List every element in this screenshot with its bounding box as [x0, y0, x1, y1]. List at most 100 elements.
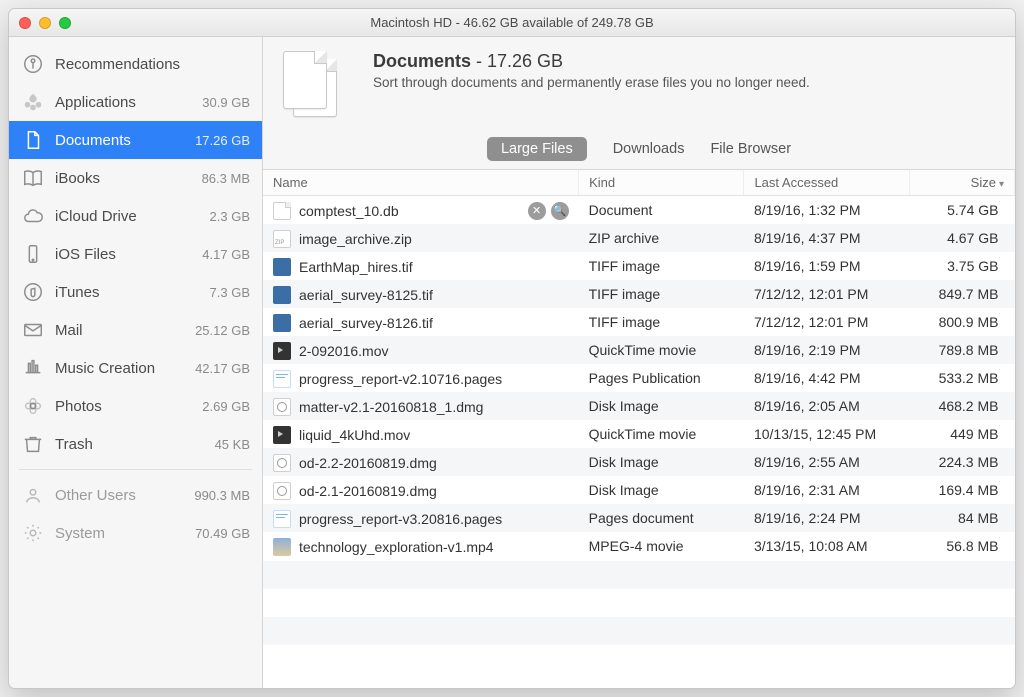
file-kind: TIFF image: [579, 308, 744, 336]
sidebar-item-photos[interactable]: Photos 2.69 GB: [9, 387, 262, 425]
column-header-name[interactable]: Name: [263, 170, 579, 196]
sidebar-item-size: 2.69 GB: [202, 399, 250, 414]
titlebar: Macintosh HD - 46.62 GB available of 249…: [9, 9, 1015, 37]
sidebar-item-label: Recommendations: [55, 56, 240, 73]
table-row[interactable]: 2-092016.movQuickTime movie8/19/16, 2:19…: [263, 336, 1015, 364]
file-kind: Pages Publication: [579, 364, 744, 392]
sidebar-item-ios-files[interactable]: iOS Files 4.17 GB: [9, 235, 262, 273]
file-last-accessed: 7/12/12, 12:01 PM: [744, 308, 909, 336]
sidebar-item-documents[interactable]: Documents 17.26 GB: [9, 121, 262, 159]
page-file-icon: [273, 202, 291, 220]
img-file-icon: [273, 314, 291, 332]
header-title-size: 17.26 GB: [487, 51, 563, 71]
sidebar-item-label: Mail: [55, 322, 185, 339]
sidebar-item-icloud-drive[interactable]: iCloud Drive 2.3 GB: [9, 197, 262, 235]
table-row-empty: [263, 617, 1015, 645]
mp4-file-icon: [273, 538, 291, 556]
sidebar-item-label: Applications: [55, 94, 192, 111]
file-size: 800.9 MB: [909, 308, 1014, 336]
file-name: comptest_10.db: [299, 203, 520, 219]
table-row[interactable]: aerial_survey-8125.tifTIFF image7/12/12,…: [263, 280, 1015, 308]
chevron-down-icon: ▾: [999, 179, 1004, 190]
table-row[interactable]: EarthMap_hires.tifTIFF image8/19/16, 1:5…: [263, 252, 1015, 280]
file-size: 84 MB: [909, 504, 1014, 532]
segment-file-browser[interactable]: File Browser: [710, 141, 791, 157]
file-kind: Disk Image: [579, 476, 744, 504]
file-kind: MPEG-4 movie: [579, 532, 744, 561]
sidebar-item-system[interactable]: System 70.49 GB: [9, 514, 262, 552]
reveal-file-button[interactable]: 🔍: [551, 202, 569, 220]
segmented-control: Large Files Downloads File Browser: [487, 137, 791, 161]
file-size: 56.8 MB: [909, 532, 1014, 561]
column-header-size[interactable]: Size▾: [909, 170, 1014, 196]
sidebar-item-other-users[interactable]: Other Users 990.3 MB: [9, 476, 262, 514]
sidebar-item-recommendations[interactable]: Recommendations: [9, 45, 262, 83]
iphone-icon: [21, 242, 45, 266]
file-size: 789.8 MB: [909, 336, 1014, 364]
file-kind: Disk Image: [579, 392, 744, 420]
delete-file-button[interactable]: ✕: [528, 202, 546, 220]
sidebar-item-size: 990.3 MB: [194, 488, 250, 503]
mov-file-icon: [273, 426, 291, 444]
sidebar-item-ibooks[interactable]: iBooks 86.3 MB: [9, 159, 262, 197]
documents-stack-icon: [283, 51, 355, 123]
recommendations-icon: [21, 52, 45, 76]
table-row[interactable]: progress_report-v2.10716.pages Pages Publ…: [263, 364, 1015, 392]
gear-icon: [21, 521, 45, 545]
file-name: 2-092016.mov: [299, 343, 569, 359]
sidebar-item-itunes[interactable]: iTunes 7.3 GB: [9, 273, 262, 311]
img-file-icon: [273, 286, 291, 304]
sidebar-item-size: 2.3 GB: [210, 209, 250, 224]
sidebar-item-size: 7.3 GB: [210, 285, 250, 300]
table-row[interactable]: technology_exploration-v1.mp4 MPEG-4 movi…: [263, 532, 1015, 561]
sidebar-item-size: 17.26 GB: [195, 133, 250, 148]
file-size: 468.2 MB: [909, 392, 1014, 420]
file-size: 4.67 GB: [909, 224, 1014, 252]
file-table-wrap[interactable]: Name Kind Last Accessed Size▾ comptest_1…: [263, 170, 1015, 688]
file-name: aerial_survey-8125.tif: [299, 287, 569, 303]
file-kind: QuickTime movie: [579, 420, 744, 448]
table-row[interactable]: od-2.2-20160819.dmgDisk Image8/19/16, 2:…: [263, 448, 1015, 476]
mov-file-icon: [273, 342, 291, 360]
applications-icon: [21, 90, 45, 114]
file-last-accessed: 8/19/16, 4:37 PM: [744, 224, 909, 252]
table-row[interactable]: aerial_survey-8126.tifTIFF image7/12/12,…: [263, 308, 1015, 336]
header-title-main: Documents: [373, 51, 471, 71]
file-name: od-2.1-20160819.dmg: [299, 483, 569, 499]
file-size: 3.75 GB: [909, 252, 1014, 280]
sidebar-item-applications[interactable]: Applications 30.9 GB: [9, 83, 262, 121]
sidebar-item-size: 4.17 GB: [202, 247, 250, 262]
table-row[interactable]: progress_report-v3.20816.pagesPages docu…: [263, 504, 1015, 532]
file-name: progress_report-v2.10716.pages: [299, 371, 569, 387]
icloud-icon: [21, 204, 45, 228]
file-last-accessed: 8/19/16, 2:31 AM: [744, 476, 909, 504]
file-name: EarthMap_hires.tif: [299, 259, 569, 275]
sidebar-item-size: 25.12 GB: [195, 323, 250, 338]
file-kind: TIFF image: [579, 252, 744, 280]
sidebar-item-label: iOS Files: [55, 246, 192, 263]
table-row[interactable]: liquid_4kUhd.movQuickTime movie10/13/15,…: [263, 420, 1015, 448]
window-title: Macintosh HD - 46.62 GB available of 249…: [9, 15, 1015, 30]
file-table: Name Kind Last Accessed Size▾ comptest_1…: [263, 170, 1015, 645]
segment-downloads[interactable]: Downloads: [613, 141, 685, 157]
table-row[interactable]: matter-v2.1-20160818_1.dmgDisk Image8/19…: [263, 392, 1015, 420]
column-header-kind[interactable]: Kind: [579, 170, 744, 196]
sidebar-item-size: 70.49 GB: [195, 526, 250, 541]
table-row[interactable]: comptest_10.db✕🔍Document8/19/16, 1:32 PM…: [263, 196, 1015, 225]
table-row[interactable]: image_archive.zipZIP archive8/19/16, 4:3…: [263, 224, 1015, 252]
file-name: technology_exploration-v1.mp4: [299, 539, 569, 555]
file-last-accessed: 8/19/16, 2:05 AM: [744, 392, 909, 420]
music-creation-icon: [21, 356, 45, 380]
table-row-empty: [263, 589, 1015, 617]
sidebar-item-music-creation[interactable]: Music Creation 42.17 GB: [9, 349, 262, 387]
table-row[interactable]: od-2.1-20160819.dmg Disk Image8/19/16, 2:…: [263, 476, 1015, 504]
storage-management-window: Macintosh HD - 46.62 GB available of 249…: [8, 8, 1016, 689]
sidebar-item-trash[interactable]: Trash 45 KB: [9, 425, 262, 463]
file-size: 224.3 MB: [909, 448, 1014, 476]
segment-large-files[interactable]: Large Files: [487, 137, 587, 161]
img-file-icon: [273, 258, 291, 276]
sidebar-item-mail[interactable]: Mail 25.12 GB: [9, 311, 262, 349]
file-last-accessed: 8/19/16, 2:55 AM: [744, 448, 909, 476]
column-header-last-accessed[interactable]: Last Accessed: [744, 170, 909, 196]
file-kind: QuickTime movie: [579, 336, 744, 364]
